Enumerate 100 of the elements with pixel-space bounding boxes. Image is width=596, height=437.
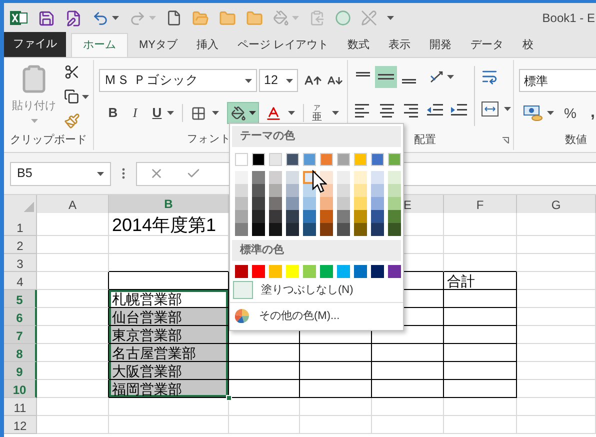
color-swatch[interactable] — [303, 210, 316, 223]
caret-icon[interactable] — [387, 16, 394, 20]
color-swatch[interactable] — [371, 265, 384, 278]
spreadsheet-cell[interactable]: 札幌営業部 — [109, 290, 229, 308]
font-name-dropdown[interactable]: ＭＳ Ｐゴシック — [99, 69, 257, 92]
caret-icon[interactable] — [288, 111, 295, 115]
color-swatch[interactable] — [235, 210, 248, 223]
currency-icon[interactable] — [523, 104, 543, 122]
row-header[interactable]: 6 — [4, 308, 37, 326]
ribbon-tab[interactable]: 数式 — [340, 33, 378, 57]
spreadsheet-cell[interactable] — [444, 362, 517, 380]
color-swatch[interactable] — [337, 171, 350, 184]
color-swatch[interactable] — [286, 171, 299, 184]
clipboard-icon[interactable] — [309, 10, 325, 26]
folder-icon[interactable] — [246, 10, 263, 26]
color-swatch[interactable] — [235, 197, 248, 210]
caret-icon[interactable] — [82, 94, 89, 98]
spreadsheet-cell[interactable]: 合計 — [444, 272, 517, 290]
spreadsheet-cell[interactable] — [372, 344, 444, 362]
dialog-launcher-icon[interactable] — [502, 136, 509, 144]
spreadsheet-cell[interactable]: 仙台営業部 — [109, 308, 229, 326]
fill-color-button[interactable] — [227, 102, 259, 124]
column-header[interactable]: B — [109, 195, 229, 215]
caret-icon[interactable] — [332, 111, 339, 115]
spreadsheet-cell[interactable] — [37, 344, 109, 362]
italic-button[interactable]: I — [125, 103, 145, 123]
undo-icon[interactable] — [92, 10, 109, 26]
ribbon-tab[interactable]: 校 — [514, 33, 542, 57]
spreadsheet-cell[interactable] — [444, 326, 517, 344]
color-swatch[interactable] — [354, 223, 367, 236]
color-swatch[interactable] — [337, 197, 350, 210]
comma-button[interactable]: , — [590, 101, 595, 125]
caret-icon[interactable] — [447, 75, 454, 79]
caret-icon[interactable] — [547, 111, 554, 115]
text-orientation-icon[interactable] — [429, 70, 445, 84]
increase-indent-icon[interactable] — [450, 102, 468, 118]
color-swatch[interactable] — [286, 197, 299, 210]
ribbon-tab[interactable]: ファイル — [4, 32, 66, 57]
name-box[interactable]: B5 — [10, 162, 111, 186]
underline-button[interactable]: U — [147, 103, 167, 123]
color-swatch[interactable] — [320, 223, 333, 236]
spreadsheet-cell[interactable] — [37, 380, 109, 398]
folder-icon[interactable] — [219, 10, 236, 26]
merge-cells-icon[interactable] — [481, 101, 499, 117]
color-swatch[interactable] — [371, 210, 384, 223]
color-swatch[interactable] — [337, 184, 350, 197]
row-header[interactable]: 12 — [4, 416, 37, 434]
bold-button[interactable]: B — [103, 103, 123, 123]
spreadsheet-cell[interactable] — [444, 344, 517, 362]
color-swatch[interactable] — [388, 171, 401, 184]
align-left-icon[interactable] — [354, 102, 372, 118]
font-size-dropdown[interactable]: 12 — [259, 69, 298, 92]
color-swatch[interactable] — [252, 184, 265, 197]
row-header[interactable]: 8 — [4, 344, 37, 362]
spreadsheet-cell[interactable] — [37, 290, 109, 308]
folder-open-icon[interactable] — [192, 10, 209, 26]
spreadsheet-cell[interactable] — [300, 344, 372, 362]
color-swatch[interactable] — [269, 223, 282, 236]
color-swatch[interactable] — [354, 153, 367, 166]
color-swatch[interactable] — [320, 197, 333, 210]
align-center-icon[interactable] — [378, 102, 396, 118]
color-swatch[interactable] — [337, 153, 350, 166]
color-swatch[interactable] — [371, 153, 384, 166]
spreadsheet-cell[interactable] — [372, 362, 444, 380]
color-swatch[interactable] — [286, 184, 299, 197]
color-swatch[interactable] — [371, 184, 384, 197]
fill-handle[interactable] — [226, 395, 232, 401]
paint-bucket-icon[interactable] — [273, 10, 289, 26]
color-swatch[interactable] — [320, 153, 333, 166]
align-right-icon[interactable] — [402, 102, 420, 118]
spreadsheet-cell[interactable] — [444, 380, 517, 398]
spreadsheet-cell[interactable] — [372, 380, 444, 398]
row-header[interactable]: 2 — [4, 236, 37, 254]
color-swatch[interactable] — [388, 223, 401, 236]
color-swatch[interactable] — [303, 223, 316, 236]
color-swatch[interactable] — [303, 197, 316, 210]
spreadsheet-cell[interactable] — [229, 362, 300, 380]
spreadsheet-cell[interactable]: 2014年度第1 — [109, 213, 229, 236]
color-swatch[interactable] — [235, 223, 248, 236]
row-header[interactable]: 7 — [4, 326, 37, 344]
color-swatch[interactable] — [303, 265, 316, 278]
color-swatch[interactable] — [269, 197, 282, 210]
color-swatch[interactable] — [286, 210, 299, 223]
caret-icon[interactable] — [112, 16, 119, 20]
no-fill-menu-item[interactable]: 塗りつぶしなし(N) — [261, 282, 354, 298]
ribbon-tab[interactable]: 挿入 — [188, 33, 226, 57]
caret-icon[interactable] — [504, 107, 511, 111]
color-swatch[interactable] — [354, 171, 367, 184]
ribbon-tab[interactable]: MYタブ — [131, 33, 186, 57]
color-swatch[interactable] — [354, 184, 367, 197]
spreadsheet-cell[interactable]: 名古屋営業部 — [109, 344, 229, 362]
decrease-indent-icon[interactable] — [426, 102, 444, 118]
color-swatch[interactable] — [320, 265, 333, 278]
color-swatch[interactable] — [269, 171, 282, 184]
spreadsheet-cell[interactable]: 福岡営業部 — [109, 380, 229, 398]
scissors-icon[interactable] — [64, 64, 80, 80]
pen-off-icon[interactable] — [361, 10, 377, 26]
caret-icon[interactable] — [167, 111, 174, 115]
color-swatch[interactable] — [388, 153, 401, 166]
borders-icon[interactable] — [191, 106, 206, 120]
